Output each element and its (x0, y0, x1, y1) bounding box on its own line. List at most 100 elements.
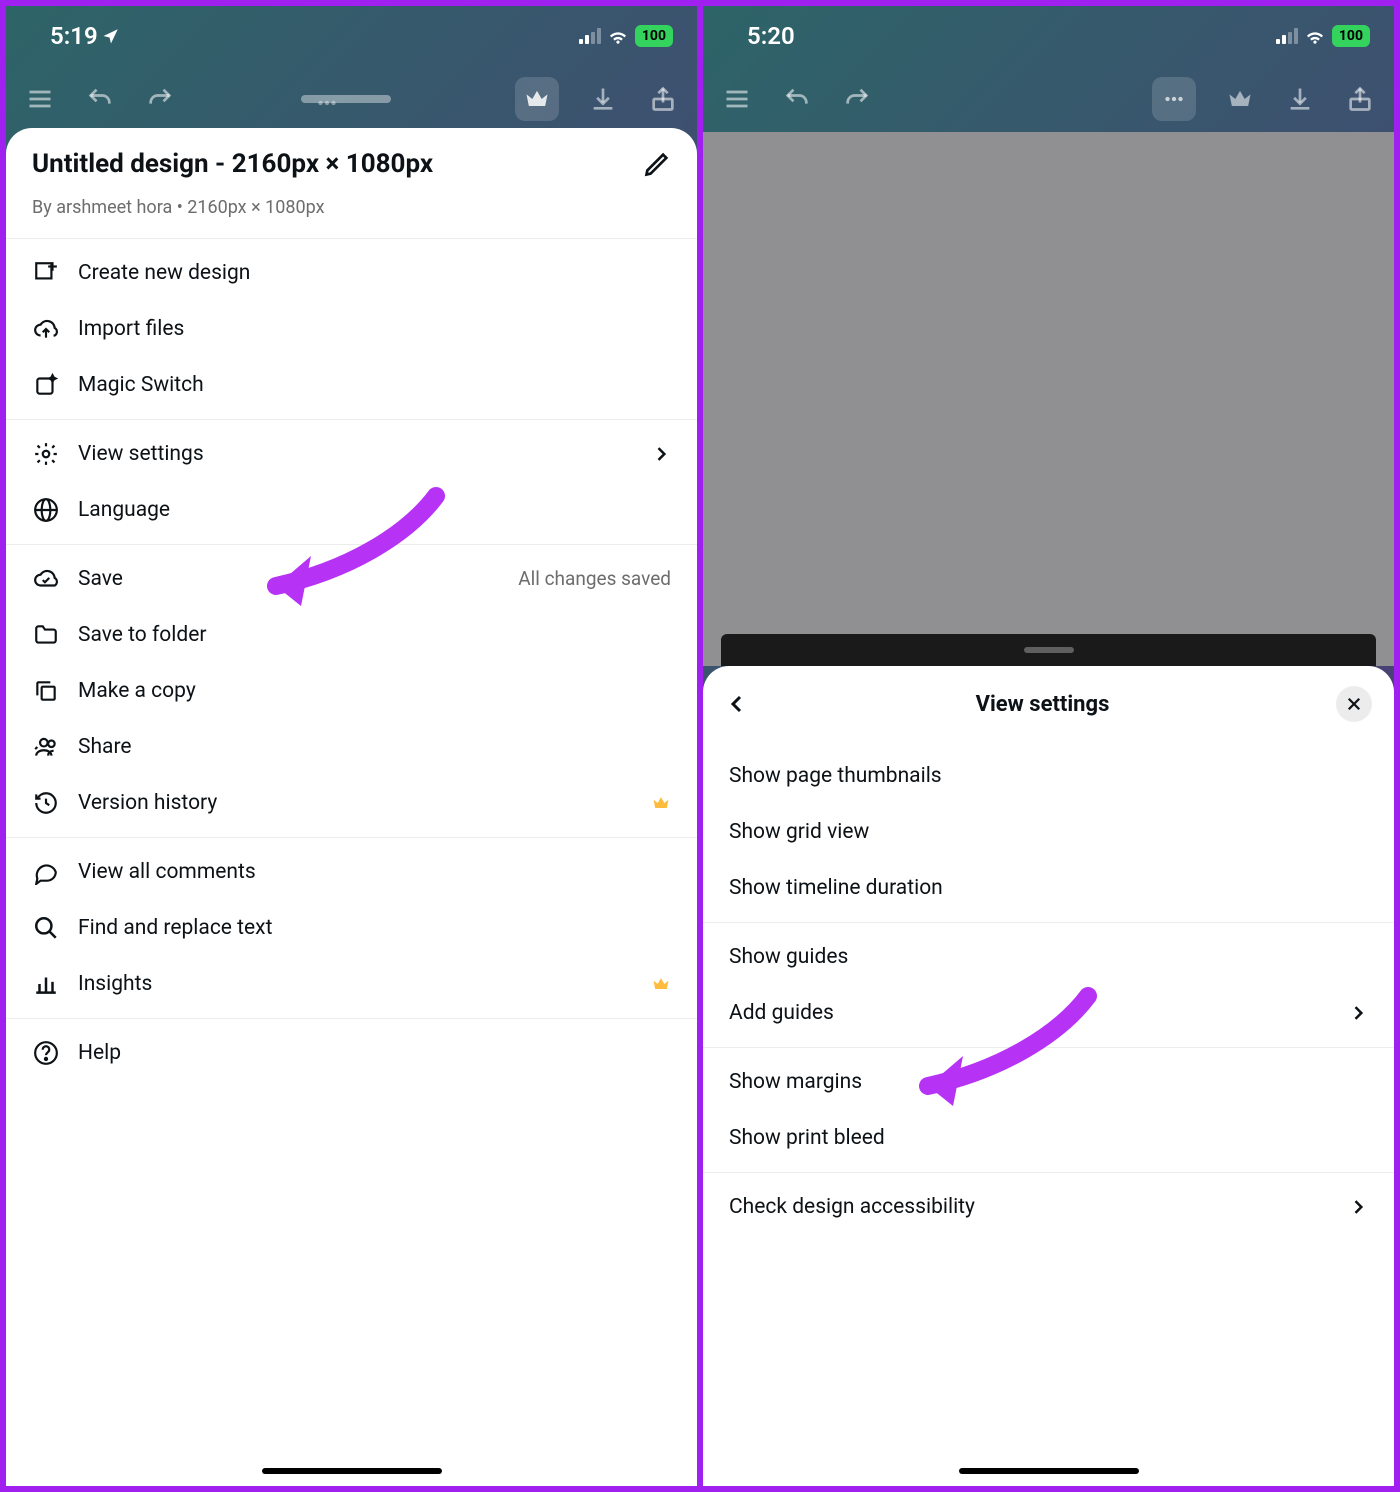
show-guides-button[interactable]: Show guides (703, 929, 1394, 985)
comments-label: View all comments (78, 860, 671, 884)
sheet-header: View settings (703, 666, 1394, 742)
bleed-label: Show print bleed (729, 1126, 1368, 1150)
toolbar (703, 66, 1394, 132)
time-text: 5:19 (50, 22, 98, 50)
close-icon (1345, 695, 1363, 713)
status-right: 100 (1276, 25, 1370, 47)
show-timeline-button[interactable]: Show timeline duration (703, 860, 1394, 916)
canvas-area[interactable] (703, 132, 1394, 666)
crown-icon[interactable] (515, 77, 559, 121)
make-copy-label: Make a copy (78, 679, 671, 703)
chevron-right-icon (1348, 1197, 1368, 1217)
design-menu-sheet: Untitled design - 2160px × 1080px By ars… (6, 128, 697, 1486)
sheet-header: Untitled design - 2160px × 1080px By ars… (6, 128, 697, 239)
battery-icon: 100 (635, 25, 673, 47)
menu-icon[interactable] (721, 83, 753, 115)
create-label: Create new design (78, 261, 671, 285)
save-button[interactable]: Save All changes saved (6, 551, 697, 607)
language-label: Language (78, 498, 671, 522)
cloud-check-icon (32, 565, 60, 593)
thumbnails-label: Show page thumbnails (729, 764, 1368, 788)
show-margins-button[interactable]: Show margins (703, 1054, 1394, 1110)
status-time: 5:20 (747, 22, 795, 50)
create-new-design-button[interactable]: Create new design (6, 245, 697, 301)
status-right: 100 (579, 25, 673, 47)
view-settings-button[interactable]: View settings (6, 426, 697, 482)
share-row-button[interactable]: Share (6, 719, 697, 775)
more-icon[interactable] (1152, 77, 1196, 121)
back-icon[interactable] (725, 692, 749, 716)
show-thumbnails-button[interactable]: Show page thumbnails (703, 748, 1394, 804)
copy-icon (32, 677, 60, 705)
save-status: All changes saved (518, 567, 671, 590)
find-replace-button[interactable]: Find and replace text (6, 900, 697, 956)
download-icon[interactable] (587, 83, 619, 115)
help-icon (32, 1039, 60, 1067)
chevron-right-icon (1348, 1003, 1368, 1023)
chevron-right-icon (651, 444, 671, 464)
people-icon (32, 733, 60, 761)
crown-icon[interactable] (1224, 83, 1256, 115)
find-replace-label: Find and replace text (78, 916, 671, 940)
redo-icon[interactable] (144, 83, 176, 115)
menu-icon[interactable] (24, 83, 56, 115)
comment-icon (32, 858, 60, 886)
globe-icon (32, 496, 60, 524)
home-indicator (262, 1468, 442, 1474)
grid-label: Show grid view (729, 820, 1368, 844)
show-grid-button[interactable]: Show grid view (703, 804, 1394, 860)
add-guides-button[interactable]: Add guides (703, 985, 1394, 1041)
save-to-folder-button[interactable]: Save to folder (6, 607, 697, 663)
insights-button[interactable]: Insights (6, 956, 697, 1012)
chart-icon (32, 970, 60, 998)
help-button[interactable]: Help (6, 1025, 697, 1081)
status-bar: 5:19 100 (6, 6, 697, 66)
history-icon (32, 789, 60, 817)
show-guides-label: Show guides (729, 945, 1368, 969)
view-comments-button[interactable]: View all comments (6, 844, 697, 900)
battery-icon: 100 (1332, 25, 1370, 47)
status-time: 5:19 (50, 22, 120, 50)
search-icon (32, 914, 60, 942)
redo-icon[interactable] (841, 83, 873, 115)
signal-icon (1276, 28, 1298, 44)
phone-right: 5:20 100 View settings Show page (703, 6, 1394, 1486)
home-indicator (959, 1468, 1139, 1474)
time-text: 5:20 (747, 22, 795, 50)
gear-icon (32, 440, 60, 468)
wifi-icon (1304, 25, 1326, 47)
status-bar: 5:20 100 (703, 6, 1394, 66)
insights-label: Insights (78, 972, 633, 996)
magic-label: Magic Switch (78, 373, 671, 397)
undo-icon[interactable] (84, 83, 116, 115)
design-title: Untitled design - 2160px × 1080px (32, 148, 631, 181)
import-label: Import files (78, 317, 671, 341)
version-history-label: Version history (78, 791, 633, 815)
magic-switch-button[interactable]: Magic Switch (6, 357, 697, 413)
check-accessibility-button[interactable]: Check design accessibility (703, 1179, 1394, 1235)
show-bleed-button[interactable]: Show print bleed (703, 1110, 1394, 1166)
language-button[interactable]: Language (6, 482, 697, 538)
phone-left: 5:19 100 Untitled design - 2160px × 1080… (6, 6, 697, 1486)
undo-icon[interactable] (781, 83, 813, 115)
import-files-button[interactable]: Import files (6, 301, 697, 357)
make-copy-button[interactable]: Make a copy (6, 663, 697, 719)
version-history-button[interactable]: Version history (6, 775, 697, 831)
location-icon (102, 27, 120, 45)
edit-icon[interactable] (643, 150, 671, 178)
margins-label: Show margins (729, 1070, 1368, 1094)
share-icon[interactable] (647, 83, 679, 115)
view-settings-label: View settings (78, 442, 633, 466)
share-icon[interactable] (1344, 83, 1376, 115)
toolbar (6, 66, 697, 132)
design-subtitle: By arshmeet hora • 2160px × 1080px (32, 197, 671, 238)
accessibility-label: Check design accessibility (729, 1195, 1330, 1219)
add-guides-label: Add guides (729, 1001, 1330, 1025)
download-icon[interactable] (1284, 83, 1316, 115)
more-icon[interactable] (314, 93, 340, 113)
close-button[interactable] (1336, 686, 1372, 722)
share-label: Share (78, 735, 671, 759)
plus-icon (32, 259, 60, 287)
save-folder-label: Save to folder (78, 623, 671, 647)
sparkle-icon (32, 371, 60, 399)
